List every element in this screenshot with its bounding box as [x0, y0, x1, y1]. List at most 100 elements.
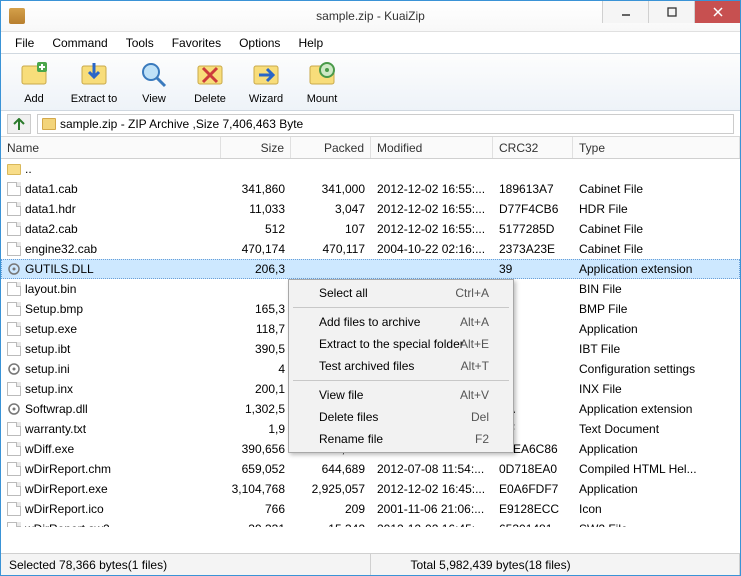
file-packed: 2,925,057 [291, 482, 371, 496]
file-modified: 2012-12-02 16:55:... [371, 182, 493, 196]
table-row[interactable]: wDirReport.exe3,104,7682,925,0572012-12-… [1, 479, 740, 499]
header-packed[interactable]: Packed [291, 137, 371, 158]
file-crc: 65301481 [493, 522, 573, 527]
menu-file[interactable]: File [7, 34, 42, 52]
menu-favorites[interactable]: Favorites [164, 34, 229, 52]
nav-up-button[interactable] [7, 114, 31, 134]
menu-label: Rename file [319, 432, 383, 446]
context-menu: Select allCtrl+A Add files to archiveAlt+… [288, 279, 514, 453]
table-row[interactable]: data2.cab5121072012-12-02 16:55:...51772… [1, 219, 740, 239]
file-icon [7, 242, 21, 256]
context-delete-files[interactable]: Delete files Del [291, 406, 511, 428]
file-icon [7, 302, 21, 316]
file-name: wDirReport.exe [25, 482, 108, 496]
gear-icon [7, 402, 21, 416]
file-size: 1,9 [221, 422, 291, 436]
menu-shortcut: Alt+E [460, 337, 489, 351]
tool-label: Extract to [71, 93, 117, 105]
path-box[interactable]: sample.zip - ZIP Archive ,Size 7,406,463… [37, 114, 734, 134]
file-name: data2.cab [25, 222, 78, 236]
menu-command[interactable]: Command [44, 34, 115, 52]
header-type[interactable]: Type [573, 137, 740, 158]
file-type: Application extension [573, 402, 740, 416]
file-size: 390,656 [221, 442, 291, 456]
file-size: 206,3 [221, 262, 291, 276]
context-add-files-to-archive[interactable]: Add files to archiveAlt+A [291, 311, 511, 333]
header-name[interactable]: Name [1, 137, 221, 158]
pathbar: sample.zip - ZIP Archive ,Size 7,406,463… [1, 111, 740, 137]
file-name: wDiff.exe [25, 442, 74, 456]
file-icon [7, 222, 21, 236]
table-row[interactable]: wDirReport.sw239,33115,3422012-12-02 16:… [1, 519, 740, 527]
menu-shortcut: F2 [475, 432, 489, 446]
tool-delete[interactable]: Delete [183, 56, 237, 108]
file-icon [7, 322, 21, 336]
minimize-button[interactable] [602, 1, 648, 23]
file-name: setup.ini [25, 362, 70, 376]
file-icon [7, 522, 21, 527]
file-crc: 39 [493, 262, 573, 276]
tool-mount[interactable]: Mount [295, 56, 349, 108]
header-crc32[interactable]: CRC32 [493, 137, 573, 158]
file-type: INX File [573, 382, 740, 396]
context-rename-file[interactable]: Rename file F2 [291, 428, 511, 450]
table-row[interactable]: engine32.cab470,174470,1172004-10-22 02:… [1, 239, 740, 259]
file-type: Application extension [573, 262, 740, 276]
file-type: SW2 File [573, 522, 740, 527]
file-name: Setup.bmp [25, 302, 83, 316]
file-packed: 644,689 [291, 462, 371, 476]
file-name: Softwrap.dll [25, 402, 88, 416]
table-row[interactable]: GUTILS.DLL 206,3 39Application extension [1, 259, 740, 279]
file-modified: 2012-12-02 16:45:... [371, 522, 493, 527]
menu-shortcut: Del [471, 410, 489, 424]
file-size: 11,033 [221, 202, 291, 216]
file-type: IBT File [573, 342, 740, 356]
file-modified: 2012-12-02 16:55:... [371, 202, 493, 216]
file-name: data1.hdr [25, 202, 76, 216]
menu-separator [293, 380, 509, 381]
menu-label: Delete files [319, 410, 378, 424]
file-packed: 470,117 [291, 242, 371, 256]
table-row[interactable]: wDirReport.ico7662092001-11-06 21:06:...… [1, 499, 740, 519]
table-row[interactable]: wDirReport.chm659,052644,6892012-07-08 1… [1, 459, 740, 479]
maximize-button[interactable] [648, 1, 694, 23]
header-modified[interactable]: Modified [371, 137, 493, 158]
context-select-all[interactable]: Select allCtrl+A [291, 282, 511, 304]
context-extract-to-the-special-folder[interactable]: Extract to the special folderAlt+E [291, 333, 511, 355]
tool-label: Mount [307, 93, 338, 105]
menu-label: View file [319, 388, 363, 402]
tool-add[interactable]: Add [7, 56, 61, 108]
context-test-archived-files[interactable]: Test archived filesAlt+T [291, 355, 511, 377]
file-crc: E9128ECC [493, 502, 573, 516]
menu-label: Extract to the special folder [319, 337, 464, 351]
file-modified: 2001-11-06 21:06:... [371, 502, 493, 516]
header-size[interactable]: Size [221, 137, 291, 158]
column-headers: Name Size Packed Modified CRC32 Type [1, 137, 740, 159]
table-row[interactable]: data1.hdr11,0333,0472012-12-02 16:55:...… [1, 199, 740, 219]
file-name: setup.exe [25, 322, 77, 336]
file-modified: 2012-12-02 16:55:... [371, 222, 493, 236]
menu-options[interactable]: Options [231, 34, 288, 52]
file-size: 766 [221, 502, 291, 516]
tool-extract[interactable]: Extract to [63, 56, 125, 108]
tool-view[interactable]: View [127, 56, 181, 108]
close-button[interactable] [694, 1, 740, 23]
file-name: GUTILS.DLL [25, 262, 94, 276]
menu-help[interactable]: Help [290, 34, 331, 52]
table-row[interactable]: .. [1, 159, 740, 179]
menu-tools[interactable]: Tools [118, 34, 162, 52]
file-type: Cabinet File [573, 222, 740, 236]
context-view-file[interactable]: View fileAlt+V [291, 384, 511, 406]
tool-wizard[interactable]: Wizard [239, 56, 293, 108]
file-size: 165,3 [221, 302, 291, 316]
table-row[interactable]: data1.cab341,860341,0002012-12-02 16:55:… [1, 179, 740, 199]
file-size: 200,1 [221, 382, 291, 396]
toolbar: Add Extract to ViewDeleteWizard Mount [1, 53, 740, 111]
file-name: layout.bin [25, 282, 76, 296]
file-type: Application [573, 442, 740, 456]
folder-icon [7, 164, 21, 175]
wizard-icon [250, 59, 282, 91]
file-type: BIN File [573, 282, 740, 296]
file-type: Configuration settings [573, 362, 740, 376]
view-icon [138, 59, 170, 91]
